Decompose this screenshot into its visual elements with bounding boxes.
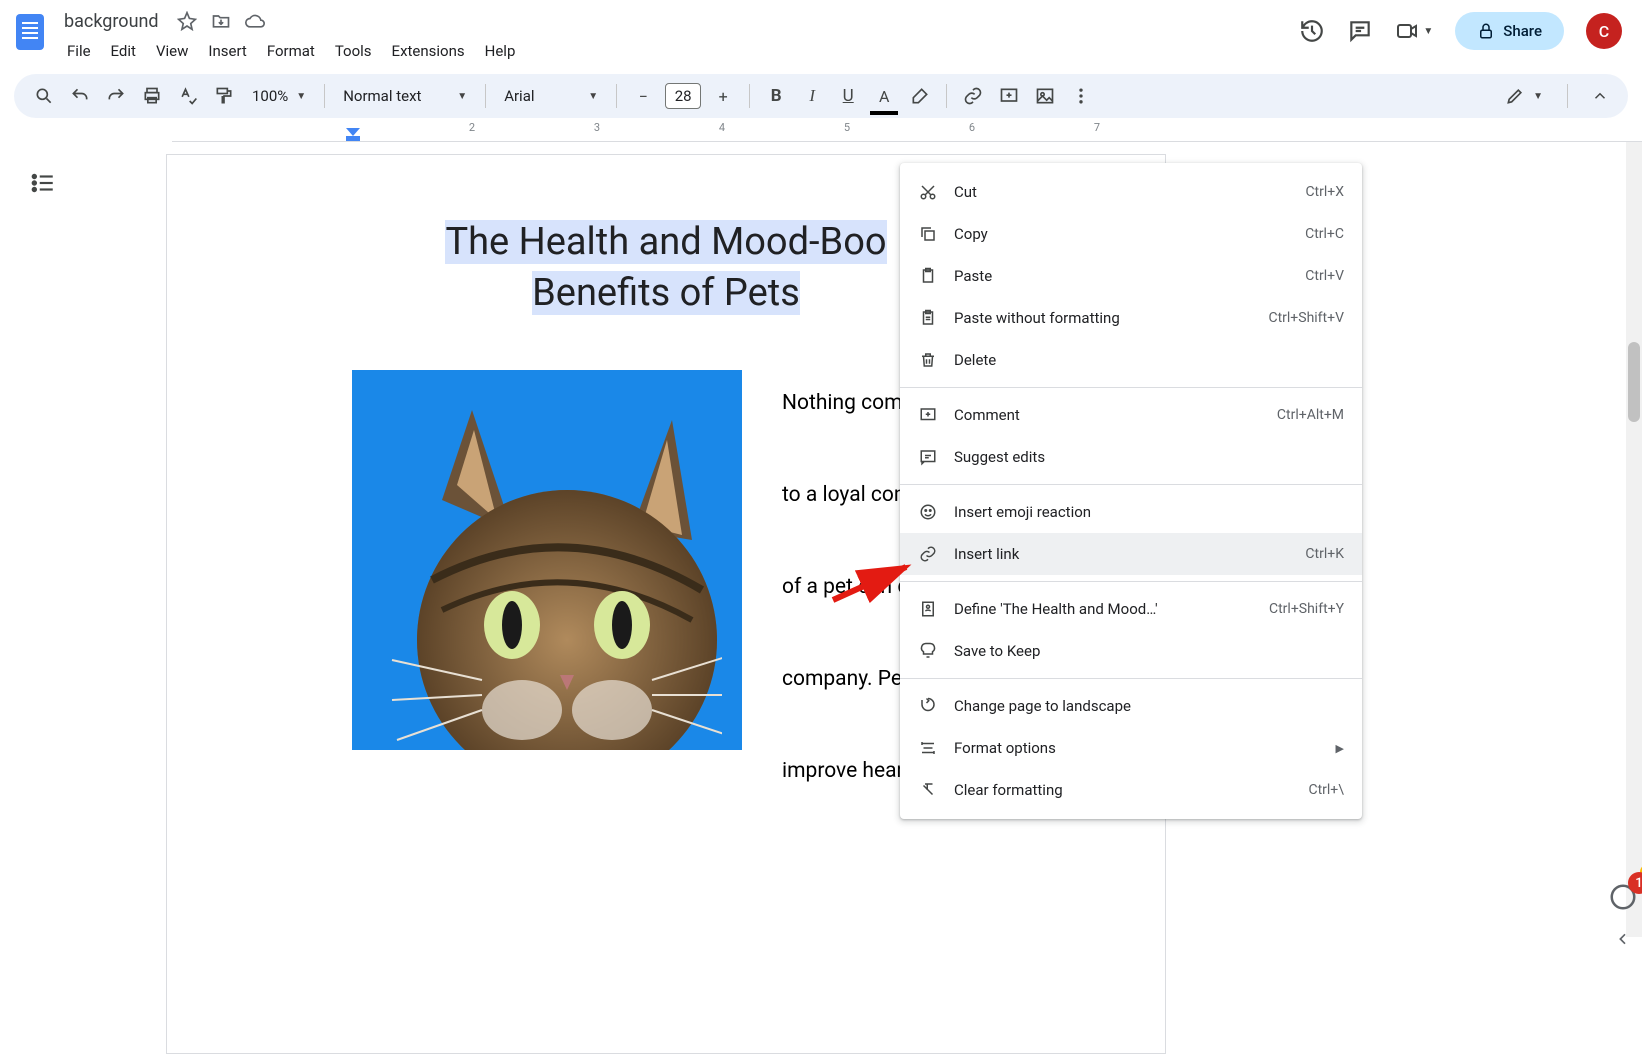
indent-marker[interactable] <box>346 128 360 142</box>
ctx-define[interactable]: Define 'The Health and Mood…'Ctrl+Shift+… <box>900 588 1362 630</box>
spellcheck-icon[interactable] <box>172 80 204 112</box>
menu-edit[interactable]: Edit <box>102 38 145 64</box>
header-right: ▼ Share C <box>1299 6 1632 50</box>
lock-icon <box>1477 22 1495 40</box>
ctx-paste[interactable]: PasteCtrl+V <box>900 255 1362 297</box>
document-title[interactable]: background <box>58 9 165 34</box>
clear-icon <box>918 781 938 799</box>
suggest-icon <box>918 448 938 466</box>
cut-icon <box>918 183 938 201</box>
cloud-status-icon[interactable] <box>245 11 265 31</box>
undo-icon[interactable] <box>64 80 96 112</box>
link-icon <box>918 545 938 563</box>
delete-icon <box>918 351 938 369</box>
text-color-icon[interactable]: A <box>868 80 900 112</box>
move-icon[interactable] <box>211 11 231 31</box>
add-comment-icon[interactable] <box>993 80 1025 112</box>
ctx-suggest[interactable]: Suggest edits <box>900 436 1362 478</box>
chevron-right-icon: ▶ <box>1336 742 1344 755</box>
bold-icon[interactable]: B <box>760 80 792 112</box>
underline-icon[interactable]: U <box>832 80 864 112</box>
emoji-icon <box>918 503 938 521</box>
menu-file[interactable]: File <box>58 38 100 64</box>
side-panel-toggle-icon[interactable] <box>1612 930 1634 952</box>
star-icon[interactable] <box>177 11 197 31</box>
italic-icon[interactable]: I <box>796 80 828 112</box>
cat-image[interactable] <box>352 370 742 750</box>
ctx-keep[interactable]: Save to Keep <box>900 630 1362 672</box>
workspace: The Health and Mood-Boo Benefits of Pets <box>0 142 1642 937</box>
history-icon[interactable] <box>1299 18 1325 44</box>
menu-insert[interactable]: Insert <box>199 38 255 64</box>
ctx-copy[interactable]: CopyCtrl+C <box>900 213 1362 255</box>
insert-link-icon[interactable] <box>957 80 989 112</box>
style-select[interactable]: Normal text▼ <box>335 87 475 105</box>
title-area: background File Edit View Insert Format … <box>58 6 1291 64</box>
ruler[interactable]: 2 3 4 5 6 7 <box>172 122 1642 142</box>
context-menu: CutCtrl+XCopyCtrl+CPasteCtrl+VPaste with… <box>900 163 1362 819</box>
landscape-icon <box>918 697 938 715</box>
print-icon[interactable] <box>136 80 168 112</box>
toolbar: 100%▼ Normal text▼ Arial▼ − 28 + B I U A… <box>14 74 1628 118</box>
ctx-paste-plain[interactable]: Paste without formattingCtrl+Shift+V <box>900 297 1362 339</box>
comment-icon <box>918 406 938 424</box>
font-select[interactable]: Arial▼ <box>496 87 606 105</box>
ctx-landscape[interactable]: Change page to landscape <box>900 685 1362 727</box>
more-icon[interactable] <box>1065 80 1097 112</box>
zoom-select[interactable]: 100%▼ <box>244 87 314 105</box>
ctx-format[interactable]: Format options▶ <box>900 727 1362 769</box>
header: background File Edit View Insert Format … <box>0 0 1642 64</box>
ctx-emoji[interactable]: Insert emoji reaction <box>900 491 1362 533</box>
ctx-link[interactable]: Insert linkCtrl+K <box>900 533 1362 575</box>
insert-image-icon[interactable] <box>1029 80 1061 112</box>
docs-logo[interactable] <box>10 6 50 58</box>
explore-badge[interactable]: + 1 <box>1608 882 1638 916</box>
menu-tools[interactable]: Tools <box>326 38 381 64</box>
menu-bar: File Edit View Insert Format Tools Exten… <box>58 38 1291 64</box>
ctx-comment[interactable]: CommentCtrl+Alt+M <box>900 394 1362 436</box>
font-decrease-icon[interactable]: − <box>627 80 659 112</box>
ctx-cut[interactable]: CutCtrl+X <box>900 171 1362 213</box>
paint-format-icon[interactable] <box>208 80 240 112</box>
editing-mode-select[interactable]: ▼ <box>1497 86 1551 106</box>
menu-help[interactable]: Help <box>476 38 525 64</box>
format-icon <box>918 739 938 757</box>
search-menus-icon[interactable] <box>28 80 60 112</box>
font-increase-icon[interactable]: + <box>707 80 739 112</box>
menu-extensions[interactable]: Extensions <box>383 38 474 64</box>
ctx-clear[interactable]: Clear formattingCtrl+\ <box>900 769 1362 811</box>
menu-view[interactable]: View <box>147 38 197 64</box>
scrollbar-thumb[interactable] <box>1628 342 1640 422</box>
define-icon <box>918 600 938 618</box>
font-size-input[interactable]: 28 <box>665 83 701 109</box>
outline-toggle-icon[interactable] <box>30 170 56 200</box>
scrollbar[interactable] <box>1626 142 1642 937</box>
collapse-toolbar-icon[interactable] <box>1584 80 1616 112</box>
comments-icon[interactable] <box>1347 18 1373 44</box>
share-label: Share <box>1503 22 1542 40</box>
account-avatar[interactable]: C <box>1586 13 1622 49</box>
share-button[interactable]: Share <box>1455 12 1564 50</box>
highlight-icon[interactable] <box>904 80 936 112</box>
redo-icon[interactable] <box>100 80 132 112</box>
ctx-delete[interactable]: Delete <box>900 339 1362 381</box>
meet-icon[interactable]: ▼ <box>1395 19 1433 43</box>
copy-icon <box>918 225 938 243</box>
keep-icon <box>918 642 938 660</box>
document-heading[interactable]: The Health and Mood-Boo Benefits of Pets <box>352 217 980 320</box>
menu-format[interactable]: Format <box>258 38 324 64</box>
paste-plain-icon <box>918 309 938 327</box>
paste-icon <box>918 267 938 285</box>
